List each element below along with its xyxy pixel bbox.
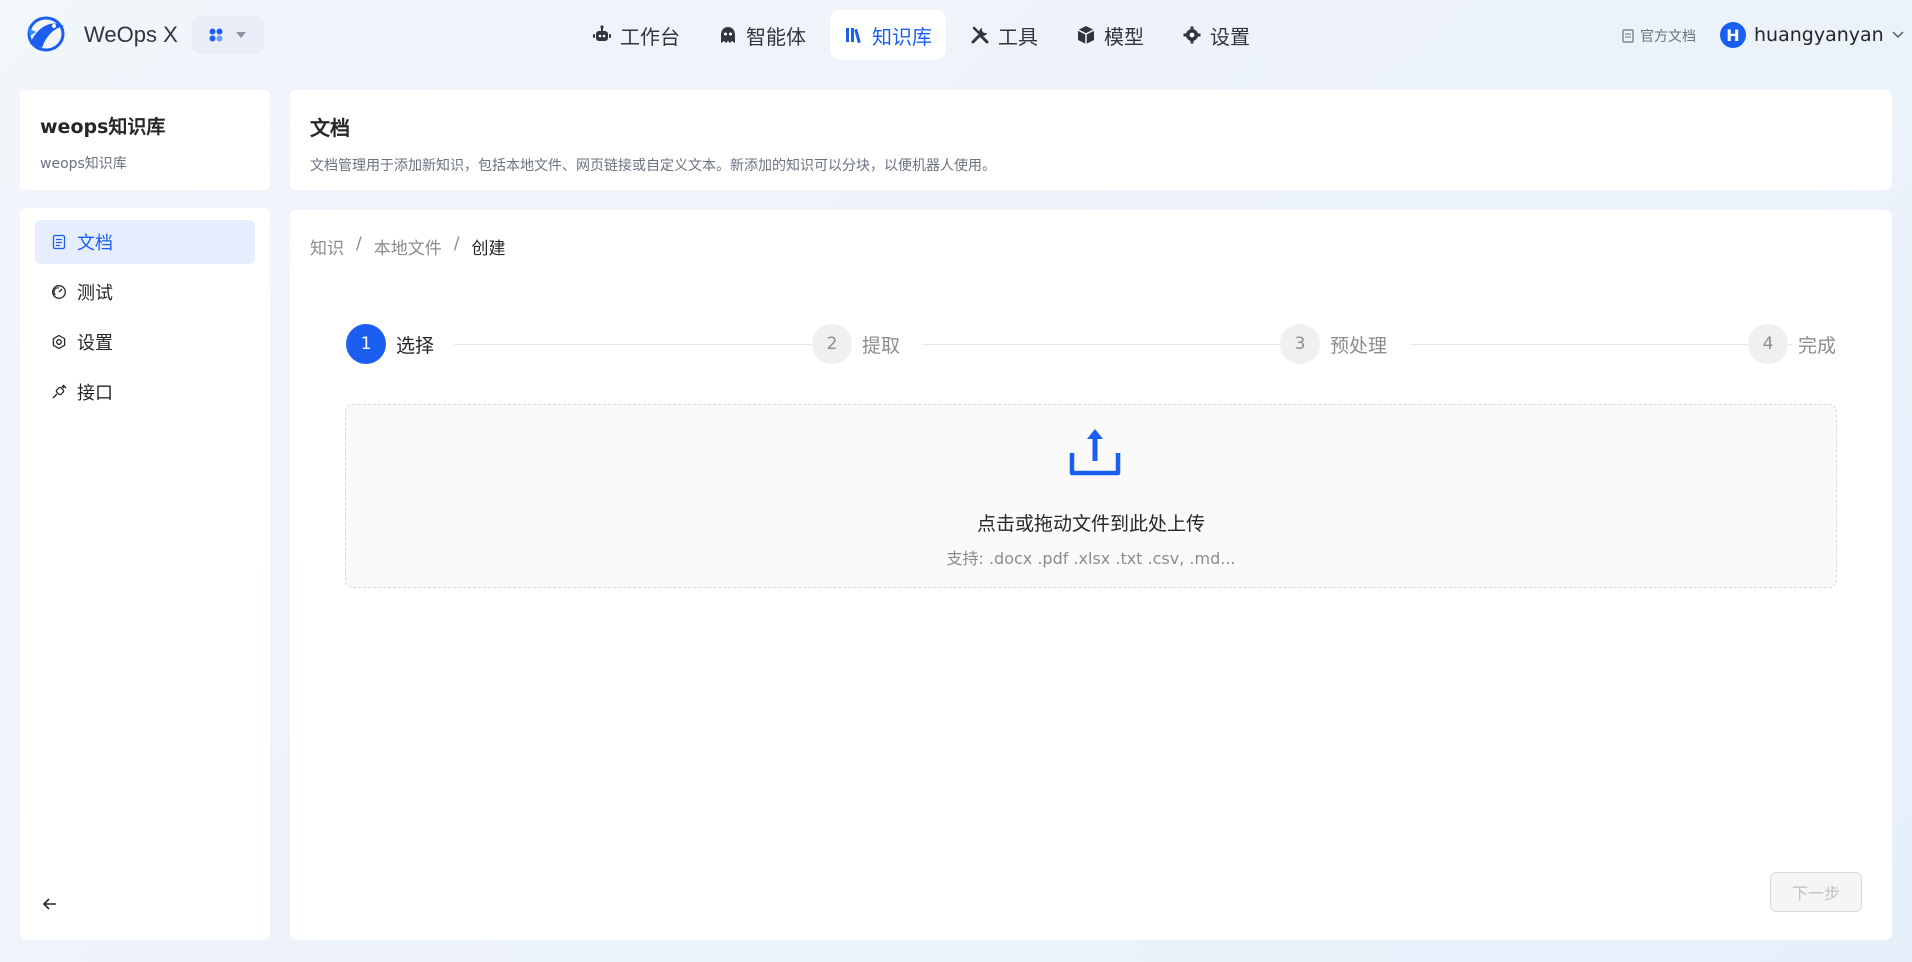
step-label: 完成 [1797,334,1836,357]
weops-logo[interactable] [24,14,68,54]
apps-grid-icon [209,28,223,42]
nav-item-models[interactable]: 模型 [1062,10,1158,60]
step-connector [922,344,1296,345]
app-name: WeOps X [84,22,178,47]
upload-hint: 支持: .docx .pdf .xlsx .txt .csv, .md... [946,549,1236,568]
sidebar-item-api[interactable]: 接口 [35,370,255,414]
page-title: 文档 [310,116,350,140]
sidebar-item-label: 设置 [77,333,113,354]
username: huangyanyan [1754,24,1884,46]
ghost-icon [721,27,735,43]
knowledge-base-title: weops知识库 [40,116,166,138]
knowledge-base-subtitle: weops知识库 [40,156,127,172]
official-docs-label: 官方文档 [1640,29,1696,45]
step-complete: 4 完成 [1748,324,1836,364]
sidebar: 文档 测试 设置 接口 [20,208,270,940]
top-bar: WeOps X 工作台 智能体 知识库 工具 模型 设置 官方文档 H huan… [0,0,1912,70]
gauge-icon [52,285,66,299]
nav-item-label: 知识库 [872,24,932,49]
plug-icon [52,384,67,399]
app-switcher-button[interactable] [192,16,264,54]
cube-icon [1077,26,1095,44]
sidebar-item-testing[interactable]: 测试 [35,270,255,314]
books-icon [846,28,861,44]
file-upload-dropzone[interactable]: 点击或拖动文件到此处上传 支持: .docx .pdf .xlsx .txt .… [345,404,1837,588]
nav-item-label: 设置 [1210,24,1250,49]
breadcrumb-item-knowledge[interactable]: 知识 [310,234,344,259]
nav-item-tools[interactable]: 工具 [956,10,1052,60]
nav-item-label: 智能体 [746,24,806,49]
nav-item-workbench[interactable]: 工作台 [578,10,694,60]
breadcrumb-separator: / [356,234,362,254]
breadcrumb-item-create: 创建 [471,239,506,259]
sidebar-item-label: 文档 [77,233,113,254]
step-select: 1 选择 [346,324,434,364]
upload-icon [1069,429,1121,476]
collapse-sidebar-arrow-icon[interactable] [40,894,60,914]
step-label: 提取 [862,334,901,357]
sidebar-item-label: 接口 [77,383,113,404]
main-content: 知识 / 本地文件 / 创建 1 选择 2 提取 3 预处理 4 完成 点击或拖… [290,210,1892,940]
nav-item-settings[interactable]: 设置 [1168,10,1264,60]
nav-item-label: 模型 [1104,24,1144,49]
sidebar-item-settings[interactable]: 设置 [35,320,255,364]
breadcrumb-item-local-file[interactable]: 本地文件 [374,234,442,259]
nav-item-label: 工具 [998,24,1038,49]
upload-title: 点击或拖动文件到此处上传 [976,513,1205,535]
step-connector [454,344,812,345]
gear-icon [1183,26,1201,44]
sidebar-item-label: 测试 [77,283,113,304]
page-header: 文档 文档管理用于添加新知识，包括本地文件、网页链接或自定义文本。新添加的知识可… [290,90,1892,190]
nav-item-label: 工作台 [620,24,680,49]
step-number: 1 [346,324,386,364]
breadcrumb: 知识 / 本地文件 / 创建 [310,234,505,259]
step-number: 3 [1280,324,1320,364]
official-docs-link[interactable]: 官方文档 [1622,26,1696,46]
next-step-button[interactable]: 下一步 [1770,872,1862,912]
step-label: 选择 [396,334,435,357]
step-number: 2 [812,324,852,364]
nav-item-agents[interactable]: 智能体 [704,10,820,60]
sidebar-item-documents[interactable]: 文档 [35,220,255,264]
chevron-down-icon [1892,31,1904,39]
steps: 1 选择 2 提取 3 预处理 4 完成 [346,324,1836,364]
main-nav: 工作台 智能体 知识库 工具 模型 设置 [578,10,1274,60]
step-connector [1410,344,1792,345]
tools-icon [971,26,989,44]
page-description: 文档管理用于添加新知识，包括本地文件、网页链接或自定义文本。新添加的知识可以分块… [310,158,996,174]
gear-icon [52,334,66,350]
step-preprocess: 3 预处理 [1280,324,1387,364]
user-menu[interactable]: H huangyanyan [1720,22,1904,48]
caret-down-icon [236,32,246,38]
breadcrumb-separator: / [453,234,460,254]
document-icon [52,234,66,250]
knowledge-base-card: weops知识库 weops知识库 [20,90,270,190]
step-extract: 2 提取 [812,324,900,364]
robot-icon [593,25,611,41]
step-label: 预处理 [1330,334,1388,357]
step-number: 4 [1748,324,1788,364]
avatar: H [1720,22,1746,48]
nav-item-knowledge[interactable]: 知识库 [830,10,946,60]
document-icon [1622,29,1634,43]
